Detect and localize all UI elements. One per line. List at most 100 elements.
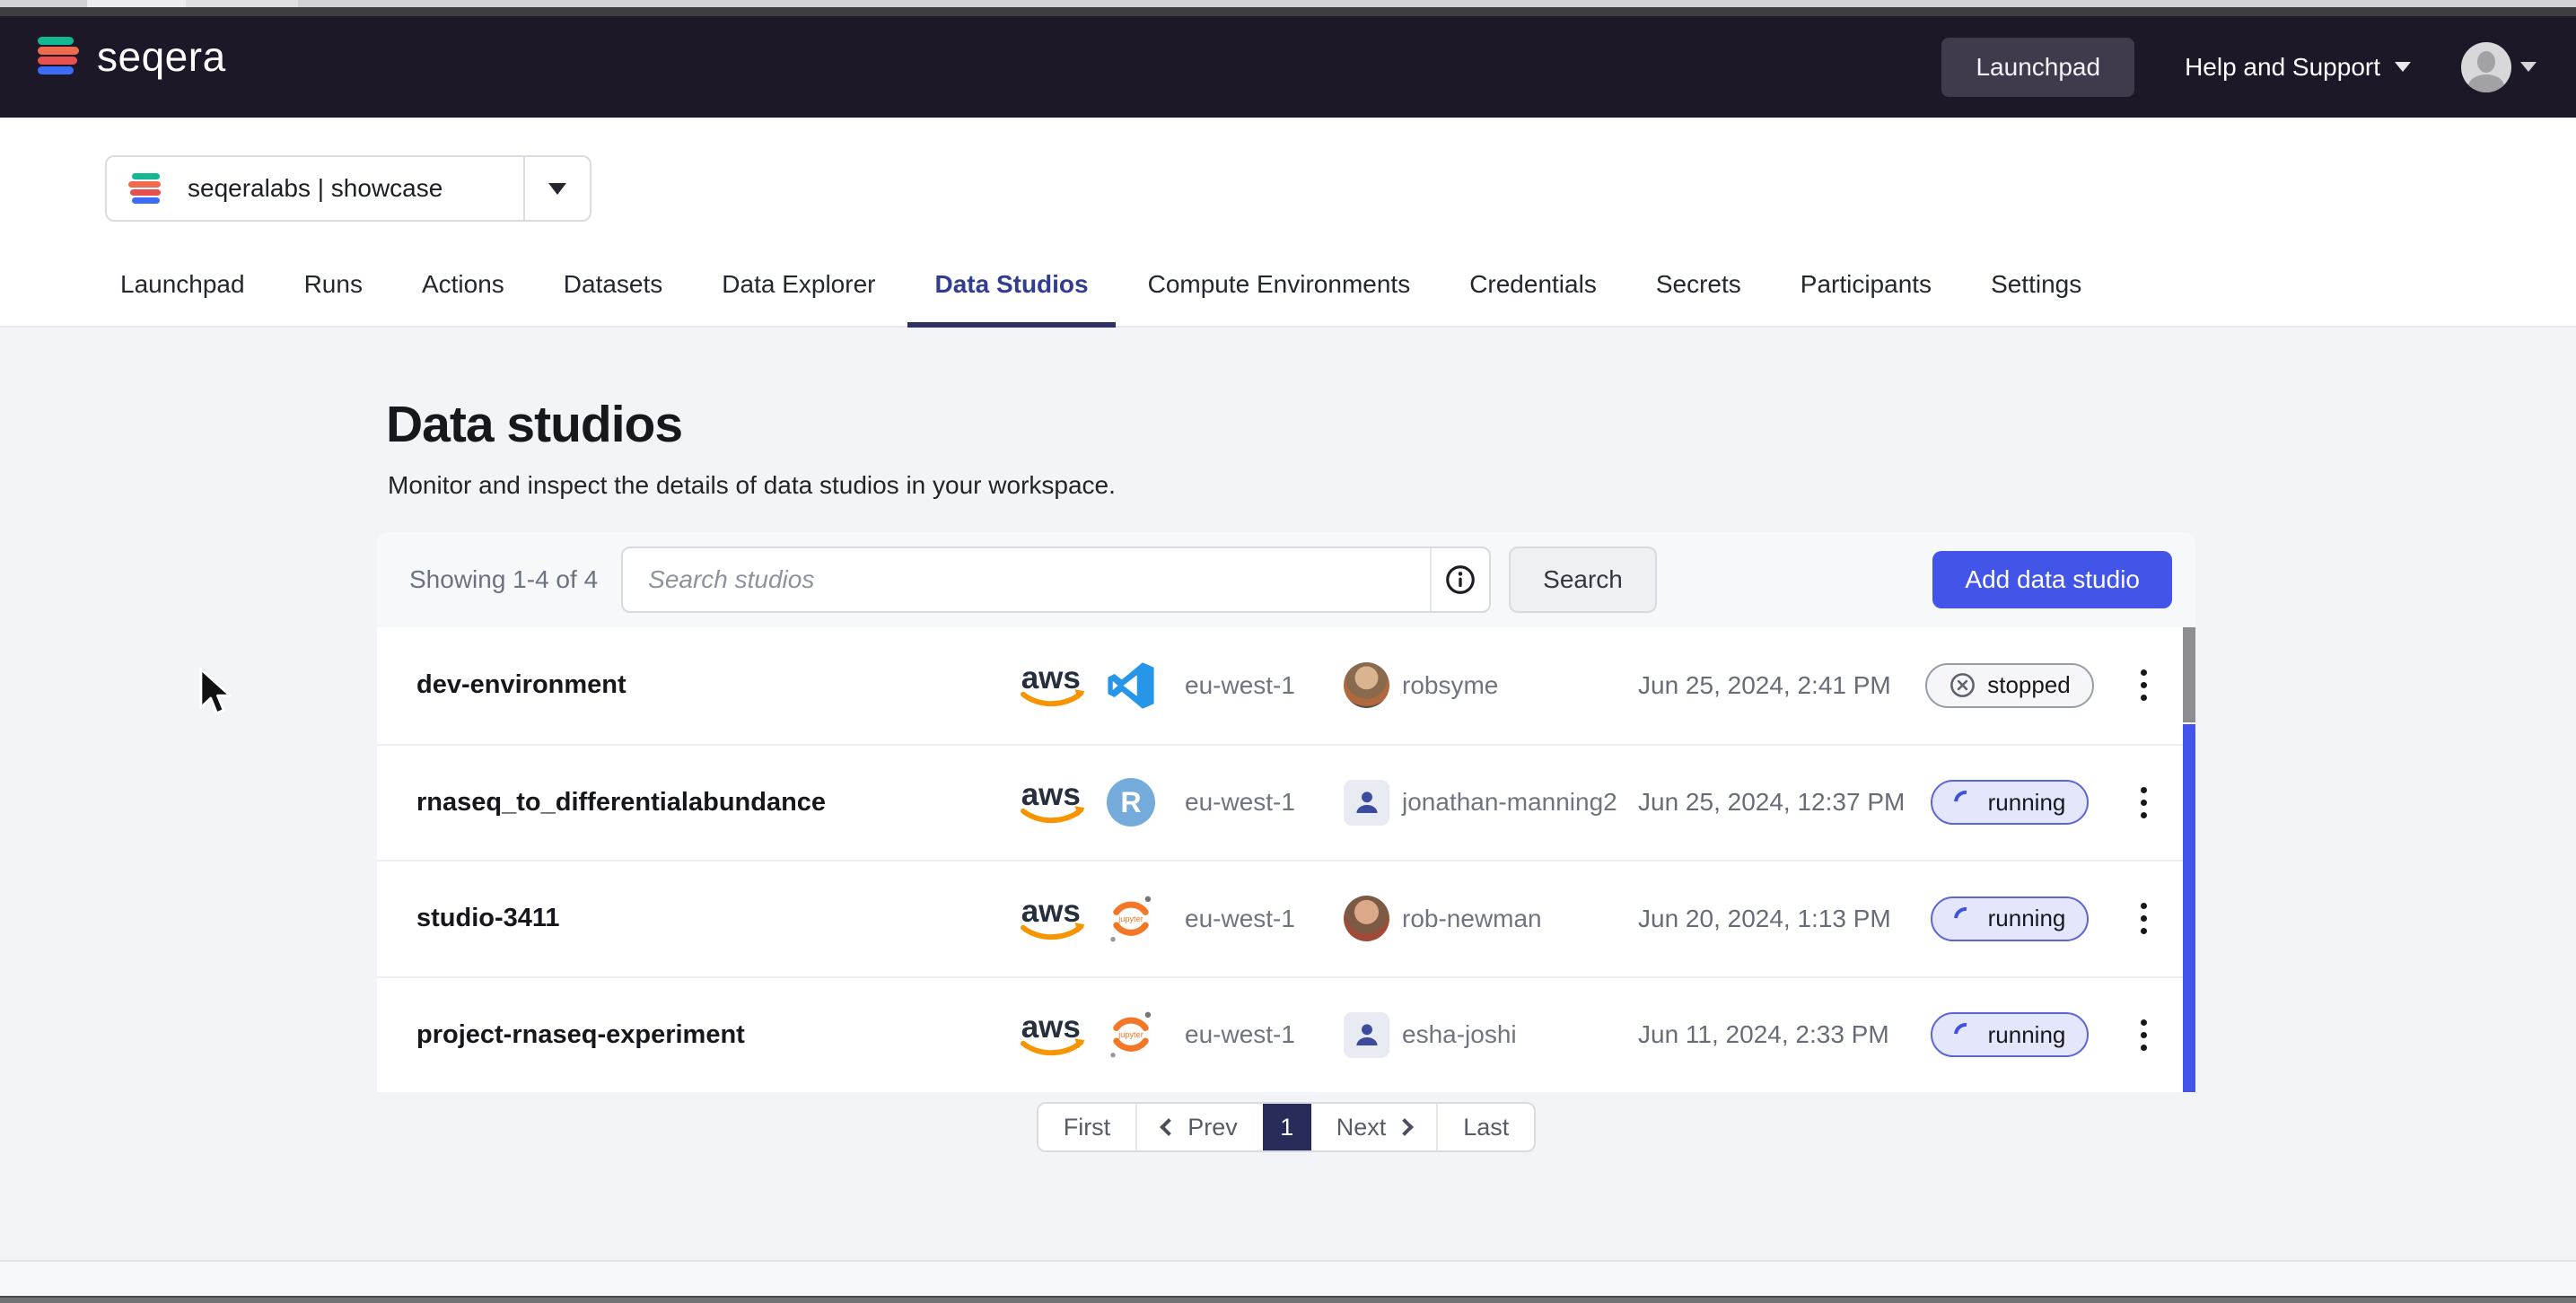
scrollbar-track-highlight [2183, 724, 2195, 1092]
search-info-button[interactable] [1430, 548, 1489, 611]
kebab-menu-button[interactable] [2104, 1012, 2183, 1058]
launchpad-button[interactable]: Launchpad [1941, 38, 2134, 97]
page-subtitle: Monitor and inspect the details of data … [388, 471, 1116, 500]
tab-data-studios[interactable]: Data Studios [907, 247, 1115, 328]
user-icon [1344, 1012, 1389, 1058]
date-label: Jun 11, 2024, 2:33 PM [1619, 1020, 1915, 1049]
seqera-logo[interactable]: seqera [38, 36, 226, 77]
pagination-last-button[interactable]: Last [1438, 1104, 1534, 1150]
seqera-logo-icon [38, 36, 83, 77]
region-label: eu-west-1 [1161, 671, 1323, 700]
date-label: Jun 25, 2024, 2:41 PM [1619, 671, 1915, 700]
pagination-prev-label: Prev [1187, 1114, 1238, 1141]
help-and-support-menu[interactable]: Help and Support [2185, 53, 2411, 82]
page-title: Data studios [386, 395, 682, 454]
environment-icons: aws R jupyter [1009, 1010, 1161, 1060]
user-icon [1344, 780, 1389, 826]
running-spinner-icon [1949, 1019, 1982, 1052]
table-row[interactable]: studio-3411 aws R jupyter [377, 860, 2195, 976]
pagination-next-button[interactable]: Next [1311, 1104, 1437, 1150]
window-bottom-edge [0, 1296, 2576, 1303]
aws-icon: aws [1015, 660, 1094, 711]
footer-area [0, 1262, 2576, 1296]
main-content: Data studios Monitor and inspect the det… [0, 329, 2576, 1260]
table-row[interactable]: rnaseq_to_differentialabundance aws R [377, 744, 2195, 861]
environment-icons: aws R jupyter [1009, 777, 1161, 827]
seqera-data-studios-page: seqera Launchpad Help and Support seqera… [0, 0, 2576, 1303]
search-input[interactable] [623, 548, 1430, 611]
studio-name[interactable]: project-rnaseq-experiment [416, 1020, 1009, 1050]
stopped-circle-x-icon [1949, 671, 1976, 699]
username: esha-joshi [1402, 1020, 1517, 1049]
tab-runs[interactable]: Runs [277, 247, 390, 328]
tab-datasets[interactable]: Datasets [537, 247, 690, 328]
brand-name: seqera [97, 36, 226, 77]
workspace-tabs: LaunchpadRunsActionsDatasetsData Explore… [93, 247, 2108, 328]
avatar [1344, 896, 1389, 941]
workspace-header: seqeralabs | showcase LaunchpadRunsActio… [0, 118, 2576, 328]
tab-credentials[interactable]: Credentials [1442, 247, 1624, 328]
kebab-icon [2130, 896, 2158, 941]
kebab-menu-button[interactable] [2104, 896, 2183, 941]
browser-chrome-dark-strip [0, 7, 2576, 16]
pagination-prev-button[interactable]: Prev [1137, 1104, 1263, 1150]
info-circle-icon [1444, 564, 1476, 596]
studio-name[interactable]: dev-environment [416, 670, 1009, 700]
aws-icon: aws [1015, 777, 1094, 827]
table-toolbar: Showing 1-4 of 4 Search Add data studio [377, 532, 2195, 627]
pagination-current-page[interactable]: 1 [1263, 1104, 1311, 1150]
user-menu[interactable] [2461, 42, 2537, 92]
jupyter-icon: jupyter [1107, 1010, 1155, 1059]
tab-launchpad[interactable]: Launchpad [93, 247, 272, 328]
vscode-icon [1107, 661, 1155, 710]
user-cell: rob-newman [1323, 896, 1619, 941]
browser-chrome-strip [0, 0, 2576, 7]
region-label: eu-west-1 [1161, 1020, 1323, 1049]
tab-secrets[interactable]: Secrets [1629, 247, 1768, 328]
aws-icon: aws [1015, 894, 1094, 944]
showing-count: Showing 1-4 of 4 [409, 565, 598, 594]
workspace-logo-icon [128, 172, 164, 205]
user-cell: robsyme [1323, 662, 1619, 708]
tab-actions[interactable]: Actions [395, 247, 531, 328]
tab-data-explorer[interactable]: Data Explorer [695, 247, 902, 328]
search-button[interactable]: Search [1509, 547, 1657, 613]
data-studios-panel: Showing 1-4 of 4 Search Add data studio … [377, 532, 2195, 1092]
status-label: stopped [1987, 671, 2071, 699]
studio-name[interactable]: rnaseq_to_differentialabundance [416, 788, 1009, 818]
date-label: Jun 25, 2024, 12:37 PM [1619, 788, 1915, 817]
table-row[interactable]: dev-environment aws R jupyter [377, 627, 2195, 744]
kebab-icon [2130, 1012, 2158, 1058]
pager: First Prev 1 Next Last [1037, 1102, 1537, 1152]
tab-settings[interactable]: Settings [1964, 247, 2108, 328]
add-data-studio-button[interactable]: Add data studio [1932, 551, 2172, 608]
status-badge: running [1931, 1012, 2090, 1057]
chevron-left-icon [1160, 1118, 1178, 1136]
chevron-down-icon [2395, 62, 2411, 72]
kebab-menu-button[interactable] [2104, 662, 2183, 708]
date-label: Jun 20, 2024, 1:13 PM [1619, 905, 1915, 933]
chevron-down-icon [2520, 62, 2537, 72]
help-and-support-label: Help and Support [2185, 53, 2380, 82]
avatar [2461, 42, 2511, 92]
running-spinner-icon [1949, 786, 1982, 819]
kebab-menu-button[interactable] [2104, 780, 2183, 826]
status-badge: running [1931, 780, 2090, 825]
svg-text:aws: aws [1021, 1010, 1081, 1045]
running-spinner-icon [1949, 902, 1982, 935]
table-row[interactable]: project-rnaseq-experiment aws R jupy [377, 976, 2195, 1093]
workspace-dropdown-toggle[interactable] [525, 183, 590, 195]
svg-text:jupyter: jupyter [1117, 1030, 1143, 1039]
workspace-name: seqeralabs | showcase [188, 174, 523, 203]
chevron-down-icon [548, 183, 566, 195]
data-studios-table: dev-environment aws R jupyter [377, 627, 2195, 1092]
tab-participants[interactable]: Participants [1774, 247, 1958, 328]
status-label: running [1988, 789, 2066, 817]
scrollbar-thumb[interactable] [2183, 627, 2195, 722]
status-label: running [1988, 905, 2066, 932]
workspace-selector[interactable]: seqeralabs | showcase [105, 155, 591, 222]
pagination-first-button[interactable]: First [1038, 1104, 1135, 1150]
tab-compute-environments[interactable]: Compute Environments [1121, 247, 1438, 328]
search-input-group [621, 547, 1491, 613]
studio-name[interactable]: studio-3411 [416, 904, 1009, 933]
